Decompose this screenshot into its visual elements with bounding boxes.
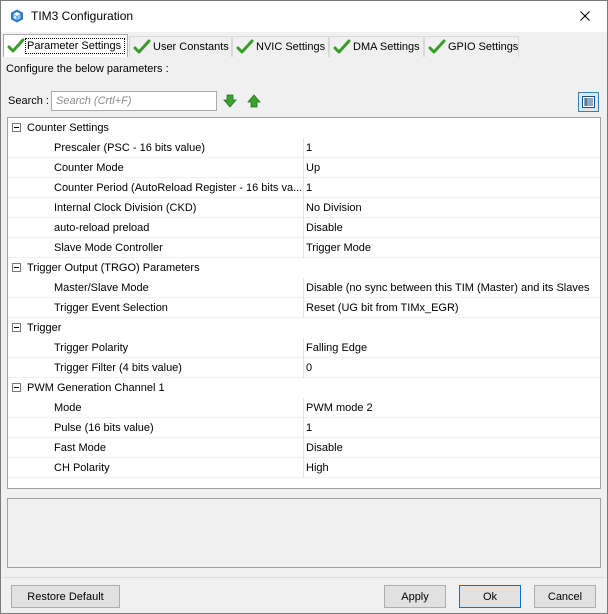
title-bar[interactable]: TIM3 Configuration — [1, 1, 607, 32]
parameter-value[interactable]: Reset (UG bit from TIMx_EGR) — [306, 302, 596, 314]
parameter-row[interactable]: CH Polarity High — [8, 458, 600, 478]
parameter-panel: Configure the below parameters : Search … — [3, 57, 605, 575]
parameter-value[interactable]: No Division — [306, 202, 596, 214]
cancel-button[interactable]: Cancel — [534, 585, 596, 608]
panel-description: Configure the below parameters : — [6, 63, 169, 75]
parameter-row[interactable]: Trigger Event Selection Reset (UG bit fr… — [8, 298, 600, 318]
parameter-row[interactable]: Trigger Polarity Falling Edge — [8, 338, 600, 358]
parameter-name: Counter Period (AutoReload Register - 16… — [54, 182, 303, 194]
parameter-tree: Counter Settings Prescaler (PSC - 16 bit… — [7, 117, 601, 489]
parameter-name: auto-reload preload — [54, 222, 150, 234]
parameter-value[interactable]: Disable — [306, 442, 596, 454]
checkmark-icon — [133, 39, 151, 54]
parameter-row[interactable]: Slave Mode Controller Trigger Mode — [8, 238, 600, 258]
parameter-value[interactable]: Disable (no sync between this TIM (Maste… — [306, 282, 596, 294]
category-label: Trigger Output (TRGO) Parameters — [27, 262, 200, 274]
configuration-window: TIM3 Configuration Parameter Settings Us… — [0, 0, 608, 614]
parameter-value[interactable]: Up — [306, 162, 596, 174]
parameter-row[interactable]: Master/Slave Mode Disable (no sync betwe… — [8, 278, 600, 298]
restore-default-button[interactable]: Restore Default — [11, 585, 120, 608]
parameter-name: Counter Mode — [54, 162, 124, 174]
parameter-row[interactable]: Mode PWM mode 2 — [8, 398, 600, 418]
parameter-name: Trigger Event Selection — [54, 302, 168, 314]
parameter-row[interactable]: auto-reload preload Disable — [8, 218, 600, 238]
category-label: PWM Generation Channel 1 — [27, 382, 165, 394]
tab-label: User Constants — [153, 41, 229, 53]
tab-user-constants[interactable]: User Constants — [129, 36, 232, 57]
parameter-value[interactable]: Falling Edge — [306, 342, 596, 354]
tab-strip: Parameter Settings User Constants NVIC S… — [3, 34, 603, 57]
apply-button[interactable]: Apply — [384, 585, 446, 608]
checkmark-icon — [236, 39, 254, 54]
category-label: Trigger — [27, 322, 62, 334]
checkmark-icon — [333, 39, 351, 54]
parameter-value[interactable]: Disable — [306, 222, 596, 234]
parameter-value[interactable]: Trigger Mode — [306, 242, 596, 254]
category-row[interactable]: Counter Settings — [8, 118, 600, 138]
cube-icon — [10, 9, 24, 23]
parameter-name: Master/Slave Mode — [54, 282, 149, 294]
tab-label: GPIO Settings — [448, 41, 519, 53]
parameter-description-box — [7, 498, 601, 568]
tab-nvic-settings[interactable]: NVIC Settings — [232, 36, 329, 57]
parameter-name: Prescaler (PSC - 16 bits value) — [54, 142, 205, 154]
parameter-value[interactable]: 1 — [306, 182, 596, 194]
category-row[interactable]: Trigger Output (TRGO) Parameters — [8, 258, 600, 278]
parameter-row[interactable]: Counter Period (AutoReload Register - 16… — [8, 178, 600, 198]
parameter-name: Internal Clock Division (CKD) — [54, 202, 197, 214]
parameter-name: Trigger Filter (4 bits value) — [54, 362, 182, 374]
parameter-name: Slave Mode Controller — [54, 242, 163, 254]
close-button[interactable] — [567, 4, 603, 28]
checkmark-icon — [7, 38, 25, 53]
close-icon — [580, 11, 590, 21]
tab-parameter-settings[interactable]: Parameter Settings — [3, 34, 128, 57]
parameter-name: Trigger Polarity — [54, 342, 129, 354]
arrow-up-icon[interactable] — [247, 94, 261, 108]
list-view-button[interactable] — [578, 92, 599, 112]
parameter-name: Fast Mode — [54, 442, 106, 454]
category-row[interactable]: Trigger — [8, 318, 600, 338]
parameter-value[interactable]: 1 — [306, 422, 596, 434]
parameter-value[interactable]: PWM mode 2 — [306, 402, 596, 414]
category-label: Counter Settings — [27, 122, 109, 134]
parameter-row[interactable]: Fast Mode Disable — [8, 438, 600, 458]
parameter-name: CH Polarity — [54, 462, 110, 474]
parameter-name: Pulse (16 bits value) — [54, 422, 154, 434]
collapse-minus-icon[interactable] — [12, 383, 21, 392]
search-input[interactable] — [51, 91, 217, 111]
parameter-row[interactable]: Prescaler (PSC - 16 bits value) 1 — [8, 138, 600, 158]
tab-label: Parameter Settings — [24, 38, 126, 54]
search-label: Search : — [8, 95, 49, 107]
list-view-icon — [582, 96, 595, 108]
tab-label: NVIC Settings — [256, 41, 326, 53]
collapse-minus-icon[interactable] — [12, 323, 21, 332]
parameter-row[interactable]: Counter Mode Up — [8, 158, 600, 178]
parameter-row[interactable]: Internal Clock Division (CKD) No Divisio… — [8, 198, 600, 218]
parameter-row[interactable]: Trigger Filter (4 bits value) 0 — [8, 358, 600, 378]
collapse-minus-icon[interactable] — [12, 263, 21, 272]
parameter-value[interactable]: 0 — [306, 362, 596, 374]
parameter-name: Mode — [54, 402, 82, 414]
arrow-down-icon[interactable] — [223, 94, 237, 108]
window-title: TIM3 Configuration — [31, 9, 134, 23]
checkmark-icon — [428, 39, 446, 54]
parameter-value[interactable]: 1 — [306, 142, 596, 154]
collapse-minus-icon[interactable] — [12, 123, 21, 132]
tab-label: DMA Settings — [353, 41, 420, 53]
tab-gpio-settings[interactable]: GPIO Settings — [424, 36, 519, 57]
button-bar-divider — [3, 577, 605, 578]
category-row[interactable]: PWM Generation Channel 1 — [8, 378, 600, 398]
ok-button[interactable]: Ok — [459, 585, 521, 608]
parameter-row[interactable]: Pulse (16 bits value) 1 — [8, 418, 600, 438]
parameter-value[interactable]: High — [306, 462, 596, 474]
tab-dma-settings[interactable]: DMA Settings — [329, 36, 424, 57]
